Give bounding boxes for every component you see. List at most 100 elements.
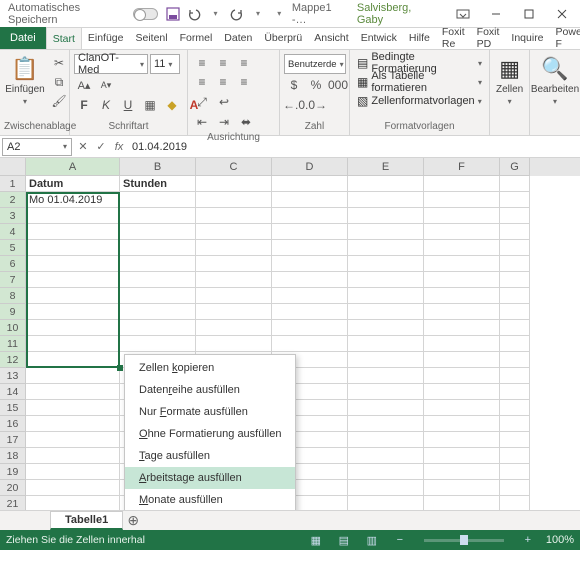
spreadsheet-grid[interactable]: ABCDEFG 1DatumStunden2Mo 01.04.201934567… [0,158,580,510]
ribbon-tab-formel[interactable]: Formel [174,27,219,49]
decrease-indent-icon[interactable]: ⇤ [192,113,212,131]
row-header[interactable]: 5 [0,240,26,256]
underline-icon[interactable]: U [118,96,138,114]
merge-icon[interactable]: ⬌ [236,113,256,131]
cell[interactable] [272,304,348,320]
cell[interactable] [348,304,424,320]
cell[interactable]: Mo 01.04.2019 [26,192,120,208]
cell[interactable] [424,320,500,336]
cell[interactable] [196,256,272,272]
fill-color-icon[interactable]: ◆ [162,96,182,114]
cell[interactable] [500,320,530,336]
fx-icon[interactable]: fx [110,141,128,153]
cell[interactable] [348,432,424,448]
align-bottom-icon[interactable]: ≡ [234,54,254,72]
cell[interactable] [348,320,424,336]
cell[interactable] [424,192,500,208]
cell[interactable] [196,224,272,240]
save-icon[interactable] [164,5,181,23]
menu-item[interactable]: Arbeitstage ausfüllen [125,467,295,489]
sheet-tab[interactable]: Tabelle1 [50,511,123,530]
align-center-icon[interactable]: ≡ [213,73,233,91]
orientation-icon[interactable]: ⤢ [192,93,212,111]
menu-item[interactable]: Tage ausfüllen [125,445,295,467]
format-as-table-button[interactable]: ▦Als Tabelle formatieren▾ [354,73,485,91]
cell[interactable] [500,416,530,432]
cell[interactable] [26,336,120,352]
row-header[interactable]: 12 [0,352,26,368]
cell[interactable] [348,352,424,368]
cell[interactable] [272,208,348,224]
cell[interactable] [196,240,272,256]
cell[interactable] [120,208,196,224]
cell[interactable] [26,320,120,336]
cell[interactable] [424,480,500,496]
page-layout-view-icon[interactable]: ▤ [334,532,354,548]
maximize-button[interactable] [515,0,544,28]
cell[interactable] [26,288,120,304]
cell[interactable] [196,288,272,304]
zoom-out-button[interactable]: − [390,532,410,548]
cell[interactable]: Datum [26,176,120,192]
ribbon-tab-start[interactable]: Start [46,27,82,49]
cell[interactable] [500,288,530,304]
cell[interactable] [424,368,500,384]
ribbon-tab-entwick[interactable]: Entwick [355,27,403,49]
cell[interactable] [26,400,120,416]
cell[interactable] [348,192,424,208]
column-header[interactable]: F [424,158,500,176]
row-header[interactable]: 4 [0,224,26,240]
cell[interactable] [196,208,272,224]
menu-item[interactable]: Zellen kopieren [125,357,295,379]
cell[interactable] [120,240,196,256]
close-button[interactable] [547,0,576,28]
enter-formula-icon[interactable]: ✓ [92,140,110,153]
cell[interactable] [272,336,348,352]
ribbon-tab-power f[interactable]: Power F [550,27,580,49]
cell-styles-button[interactable]: ▧Zellenformatvorlagen▾ [354,92,485,110]
cancel-formula-icon[interactable]: ✕ [74,140,92,153]
column-header[interactable]: C [196,158,272,176]
cell[interactable] [424,432,500,448]
zoom-in-button[interactable]: + [518,532,538,548]
cell[interactable] [424,256,500,272]
row-header[interactable]: 19 [0,464,26,480]
cell[interactable] [348,256,424,272]
cell[interactable] [272,288,348,304]
wrap-text-icon[interactable]: ↩ [214,93,234,111]
cell[interactable] [500,192,530,208]
column-header[interactable]: D [272,158,348,176]
cell[interactable] [120,288,196,304]
cell[interactable] [500,176,530,192]
row-header[interactable]: 9 [0,304,26,320]
menu-item[interactable]: Nur Formate ausfüllen [125,401,295,423]
cell[interactable] [348,208,424,224]
row-header[interactable]: 21 [0,496,26,510]
qat-customize-icon[interactable]: ▾ [271,5,288,23]
cell[interactable] [500,400,530,416]
cell[interactable] [348,448,424,464]
cell[interactable] [500,256,530,272]
cell[interactable] [424,336,500,352]
cell[interactable] [424,400,500,416]
border-icon[interactable]: ▦ [140,96,160,114]
row-header[interactable]: 16 [0,416,26,432]
decrease-font-icon[interactable]: A▾ [96,76,116,94]
cell[interactable] [500,304,530,320]
cell[interactable] [500,480,530,496]
zoom-slider[interactable] [424,539,504,542]
cell[interactable] [26,272,120,288]
row-header[interactable]: 18 [0,448,26,464]
minimize-button[interactable] [482,0,511,28]
cell[interactable] [424,288,500,304]
cell[interactable] [348,240,424,256]
cell[interactable] [196,272,272,288]
increase-decimal-icon[interactable]: ←.0 [284,96,304,114]
window-user[interactable]: Salvisberg, Gaby [357,2,437,26]
row-header[interactable]: 17 [0,432,26,448]
row-header[interactable]: 8 [0,288,26,304]
editing-button[interactable]: 🔍Bearbeiten▾ [534,54,576,108]
cell[interactable] [348,336,424,352]
comma-icon[interactable]: 000 [328,76,348,94]
cell[interactable] [424,496,500,510]
